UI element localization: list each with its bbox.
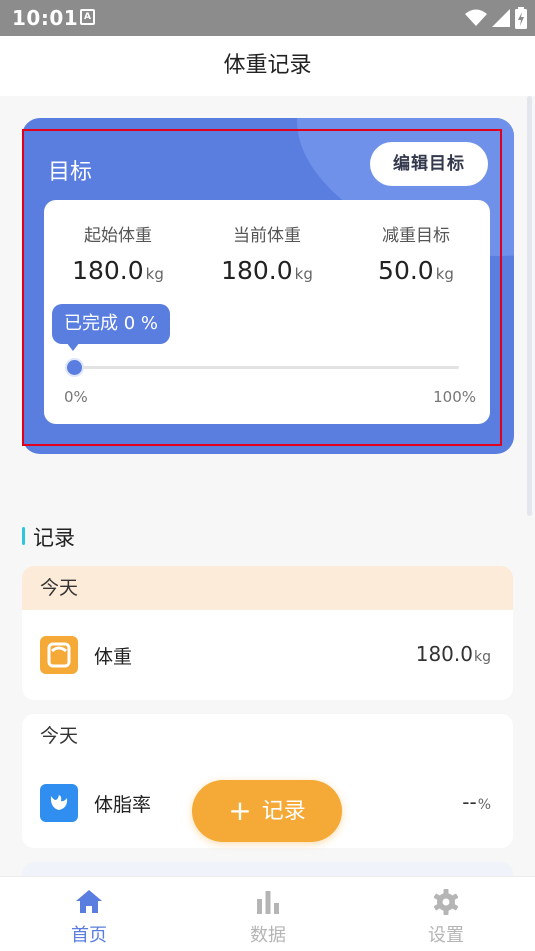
progress-knob xyxy=(65,358,84,377)
fab-label: 记录 xyxy=(261,799,306,824)
progress-tooltip: 已完成 0 % xyxy=(52,304,170,344)
record-date: 今天 xyxy=(22,566,513,610)
nav-label: 数据 xyxy=(250,925,286,946)
record-value: --% xyxy=(462,790,491,814)
nav-label: 设置 xyxy=(428,925,464,946)
section-accent xyxy=(22,527,25,545)
record-name: 体重 xyxy=(94,646,133,668)
notification-icon: A xyxy=(80,9,95,25)
stat-value: 180.0 kg xyxy=(221,256,313,285)
scale-icon xyxy=(40,636,78,674)
progress-min-label: 0% xyxy=(64,388,88,406)
body-fat-icon xyxy=(40,784,78,822)
progress-max-label: 100% xyxy=(433,388,476,406)
edit-goal-button[interactable]: 编辑目标 xyxy=(370,142,488,186)
record-date: 今天 xyxy=(40,725,79,747)
goal-stats-panel: 起始体重 180.0 kg 当前体重 180.0 kg 减重目标 50.0 kg 已完… xyxy=(44,200,490,424)
nav-data[interactable]: 数据 xyxy=(208,877,328,951)
battery-icon xyxy=(515,7,527,29)
goal-title: 目标 xyxy=(48,160,93,185)
record-row[interactable]: 体重 180.0kg xyxy=(22,626,513,686)
nav-settings[interactable]: 设置 xyxy=(386,877,506,951)
signal-icon xyxy=(492,9,510,27)
chart-bars-icon xyxy=(257,891,279,914)
home-icon xyxy=(76,890,102,913)
scrollbar[interactable] xyxy=(527,96,532,516)
bottom-nav: 首页 数据 设置 xyxy=(0,876,535,951)
stat-label: 起始体重 xyxy=(84,226,152,246)
goal-card: 目标 编辑目标 起始体重 180.0 kg 当前体重 180.0 kg 减重目标 5… xyxy=(22,118,514,454)
gear-icon xyxy=(433,889,459,915)
plus-icon: + xyxy=(228,794,252,827)
stat-label: 减重目标 xyxy=(382,226,450,246)
stat-label: 当前体重 xyxy=(233,226,301,246)
stat-value: 180.0 kg xyxy=(72,256,164,285)
add-record-button[interactable]: + 记录 xyxy=(192,780,342,842)
status-icons xyxy=(465,6,527,30)
wifi-icon xyxy=(465,9,487,26)
weight-record-card[interactable]: 今天 体重 180.0kg xyxy=(22,566,513,700)
status-bar: 10:01 A xyxy=(0,0,535,36)
records-title: 记录 xyxy=(33,526,75,550)
tooltip-arrow xyxy=(66,342,80,351)
nav-home[interactable]: 首页 xyxy=(29,877,149,951)
status-time: 10:01 xyxy=(12,6,79,30)
progress-track xyxy=(74,366,459,369)
page-title: 体重记录 xyxy=(0,36,535,96)
nav-label: 首页 xyxy=(71,925,107,946)
stat-value: 50.0 kg xyxy=(378,256,454,285)
record-value: 180.0kg xyxy=(415,642,491,666)
record-name: 体脂率 xyxy=(94,794,152,816)
